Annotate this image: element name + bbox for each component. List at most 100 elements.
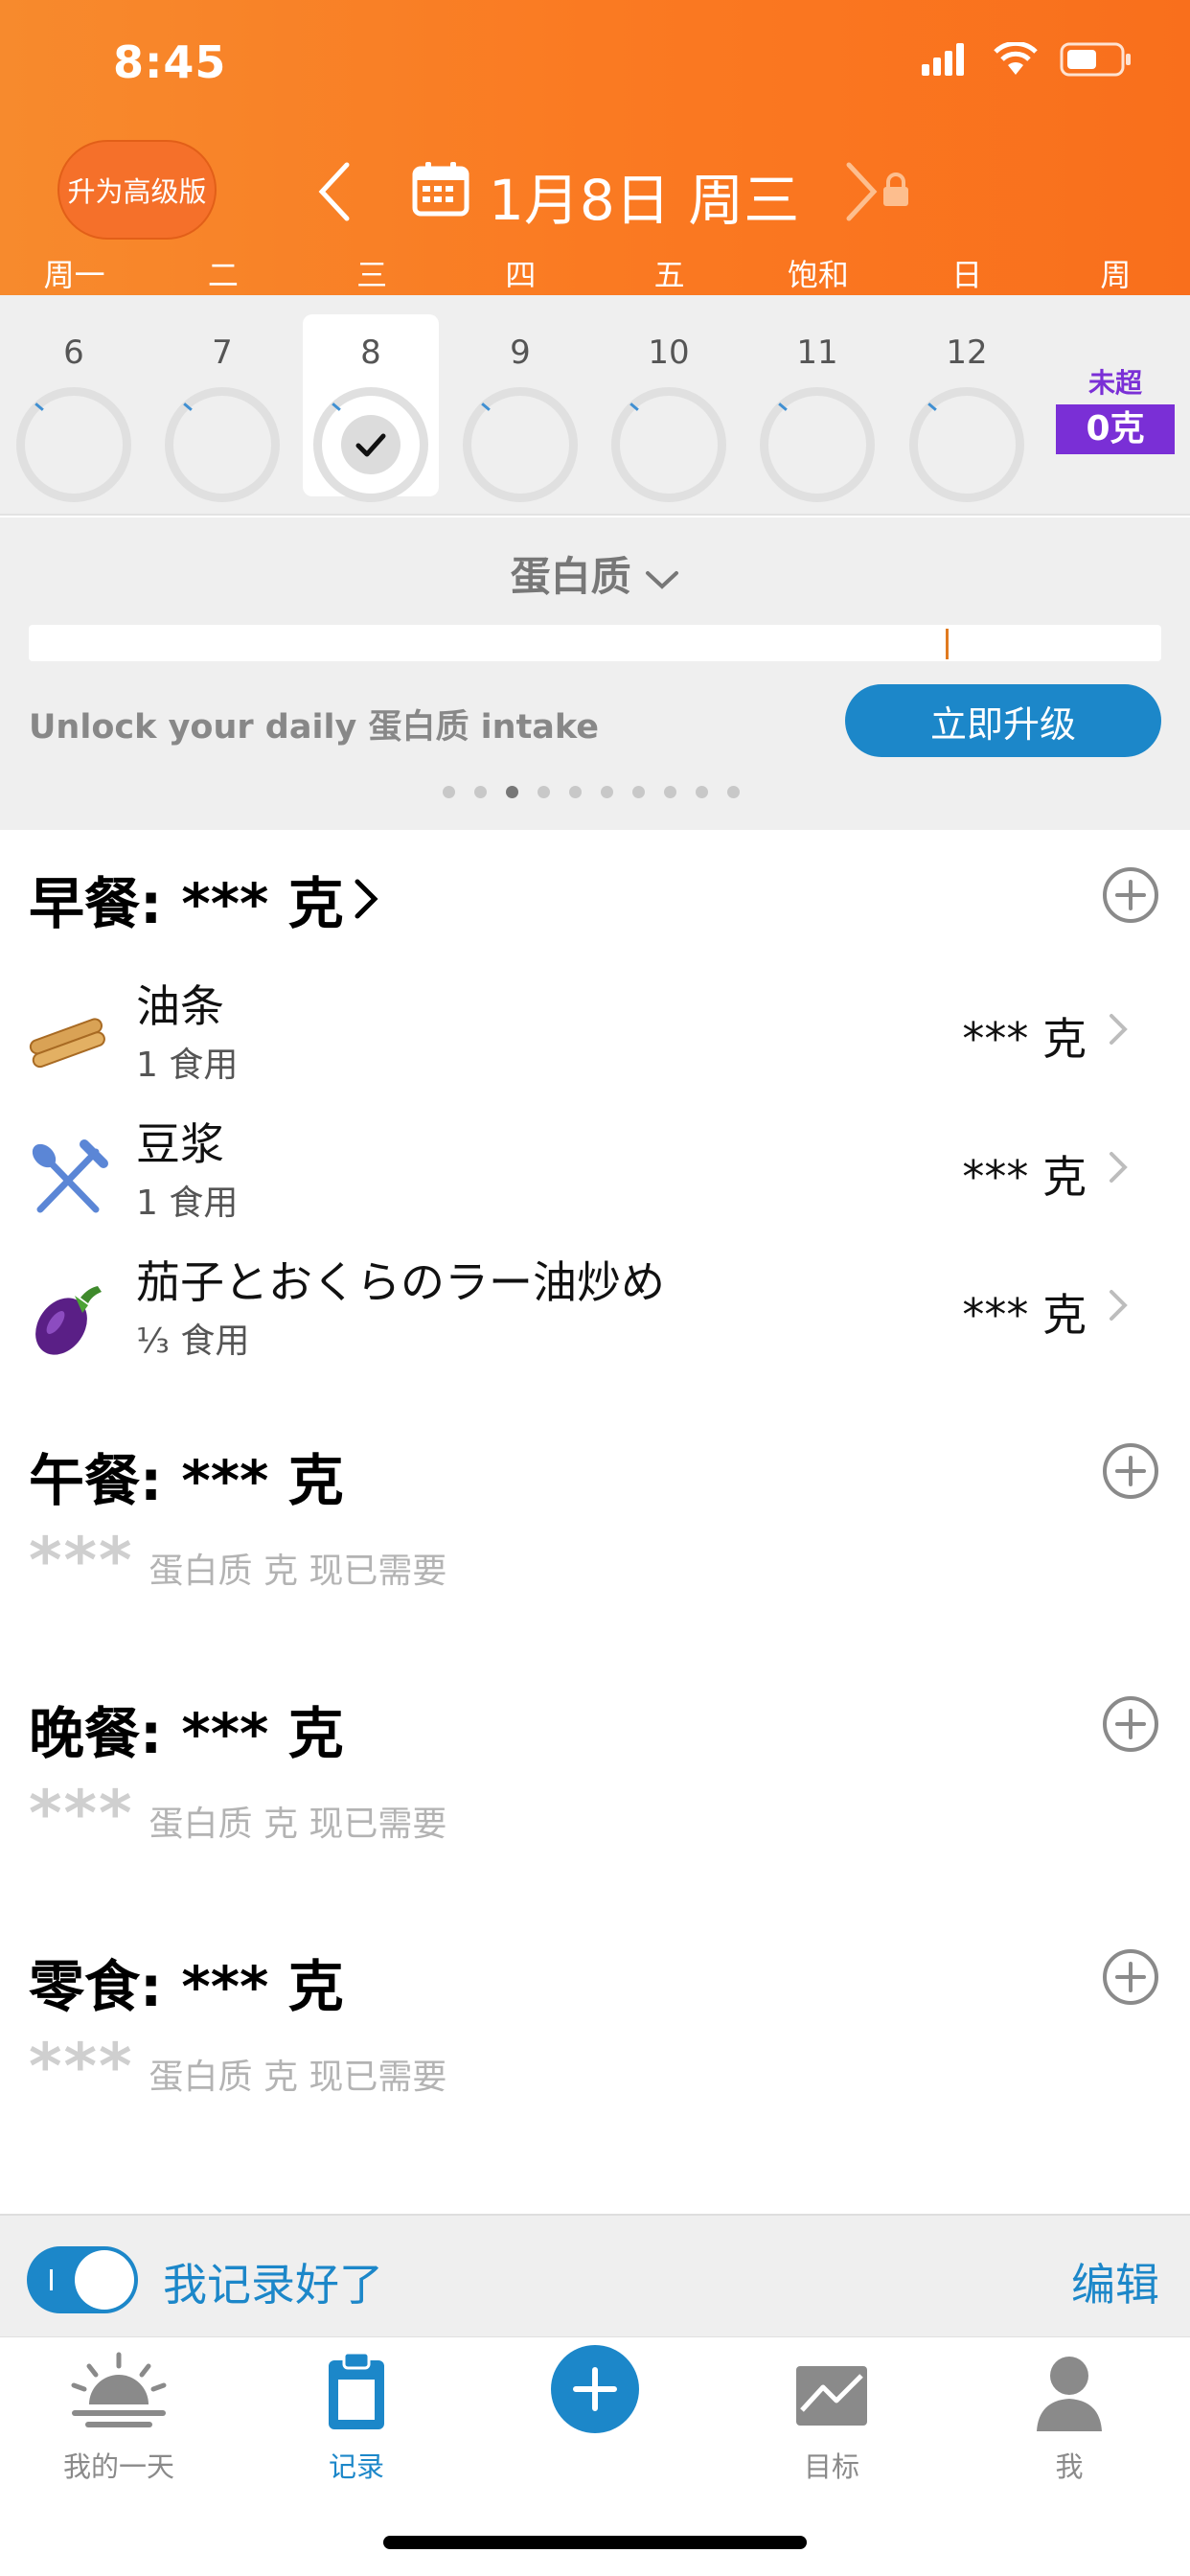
battery-icon [1060,42,1131,77]
day-cell-12[interactable]: 12 [899,295,1035,502]
upgrade-now-button[interactable]: 立即升级 [845,684,1161,757]
page-dot[interactable] [538,786,550,798]
food-amount: *** 克 [962,1013,1087,1065]
previous-day-icon[interactable] [316,161,355,222]
weekday-label: 三 [356,257,388,293]
day-cell-9[interactable]: 9 [452,295,588,502]
add-dinner-icon[interactable] [1102,1695,1159,1753]
page-dot[interactable] [443,786,455,798]
snack-header[interactable]: 零食: *** 克 [29,1942,344,2022]
plus-icon [573,2367,617,2411]
food-row[interactable]: 茄子とおくらのラー油炒め ⅓ 食用 *** 克 [0,1240,1190,1378]
status-icons [922,42,1133,77]
food-name: 油条 [136,980,224,1032]
add-breakfast-icon[interactable] [1102,866,1159,924]
add-lunch-icon[interactable] [1102,1442,1159,1500]
hidden-value: *** [29,1524,134,1598]
lunch-header[interactable]: 午餐: *** 克 [29,1436,344,1516]
day-cell-10[interactable]: 10 [601,295,737,502]
day-progress-ring [909,387,1024,502]
food-name: 豆浆 [136,1118,224,1170]
page-dot[interactable] [696,786,708,798]
done-logging-label: 我记录好了 [163,2259,383,2311]
page-dot[interactable] [601,786,613,798]
chevron-right-icon [1110,1290,1128,1321]
food-row[interactable]: 豆浆 1 食用 *** 克 [0,1102,1190,1240]
dinner-header[interactable]: 晚餐: *** 克 [29,1689,344,1769]
eggplant-icon [35,1286,102,1355]
tab-goals[interactable]: 目标 [713,2351,950,2485]
day-number: 10 [648,334,690,372]
food-row[interactable]: 油条 1 食用 *** 克 [0,964,1190,1102]
home-indicator [383,2536,807,2549]
page-dot[interactable] [474,786,487,798]
day-cell-11[interactable]: 11 [749,295,885,502]
day-cell-8[interactable]: 8 [303,314,439,502]
weekday-label: 日 [951,257,983,293]
nutrient-progress-bar [29,625,1161,661]
food-name: 茄子とおくらのラー油炒め [136,1256,665,1308]
day-number: 12 [946,334,988,372]
day-progress-ring [760,387,875,502]
hidden-value: *** [29,1777,134,1851]
add-snack-icon[interactable] [1102,1948,1159,2006]
page-dot[interactable] [632,786,645,798]
date-title[interactable]: 1月8日 周三 [489,155,799,236]
lock-icon [883,172,908,206]
calendar-icon[interactable] [412,161,469,217]
snack-title: 零食: *** 克 [29,1954,344,2019]
day-progress-ring [611,387,726,502]
tab-log[interactable]: 记录 [238,2351,475,2485]
day-number: 8 [360,334,381,372]
page-dot[interactable] [727,786,740,798]
week-summary-label: 未超 [1087,367,1142,399]
nutrient-name: 蛋白质 [510,553,631,600]
chevron-right-icon [355,879,378,919]
empty-note: 蛋白质 克 现已需要 [149,1805,447,1844]
dinner-empty-summary: *** 蛋白质 克 现已需要 [29,1782,446,1846]
tab-my-day[interactable]: 我的一天 [0,2351,238,2485]
food-serving: 1 食用 [136,1184,239,1223]
lunch-empty-summary: *** 蛋白质 克 现已需要 [29,1530,446,1593]
day-number: 6 [63,334,84,372]
page-indicator[interactable] [443,786,740,798]
chevron-right-icon [1110,1152,1128,1183]
profile-icon [1037,2357,1102,2431]
day-progress-ring [165,387,280,502]
page-dot[interactable] [506,786,518,798]
day-progress-ring [463,387,578,502]
status-time: 8:45 [113,36,227,88]
day-number: 11 [796,334,838,372]
day-cell-7[interactable]: 7 [154,295,290,502]
empty-note: 蛋白质 克 现已需要 [149,1552,447,1591]
weekday-label: 四 [505,257,537,293]
food-amount: *** 克 [962,1151,1087,1203]
quick-add-button[interactable] [551,2345,639,2433]
upgrade-premium-button[interactable]: 升为高级版 [57,140,217,240]
fork-knife-icon [32,1139,108,1213]
breakfast-title: 早餐: *** 克 [29,871,344,936]
nutrient-selector[interactable]: 蛋白质 [0,544,1190,603]
page-dot[interactable] [569,786,582,798]
weekday-label: 五 [653,257,685,293]
chevron-right-icon [1110,1014,1128,1045]
hidden-value: *** [29,2030,134,2104]
breakfast-header[interactable]: 早餐: *** 克 [29,859,380,939]
done-logging-toggle[interactable] [27,2246,138,2313]
clipboard-icon [329,2351,384,2429]
food-amount: *** 克 [962,1289,1087,1341]
tab-label: 记录 [328,2450,384,2483]
day-progress-ring [313,387,428,502]
goal-chart-icon [796,2366,867,2426]
week-summary[interactable]: 未超 0克 [1056,362,1175,454]
sunrise-icon [71,2352,167,2427]
day-strip: 6 7 8 9 10 11 12 未超 0克 [0,295,1190,516]
page-dot[interactable] [664,786,676,798]
day-number: 9 [510,334,531,372]
empty-note: 蛋白质 克 现已需要 [149,2058,447,2097]
weekday-row: 周一 二 三 四 五 饱和 日 周 [0,251,1190,295]
checkmark-icon [355,433,386,457]
tab-me[interactable]: 我 [950,2351,1188,2485]
edit-button[interactable]: 编辑 [1071,2250,1159,2313]
day-cell-6[interactable]: 6 [6,295,142,502]
